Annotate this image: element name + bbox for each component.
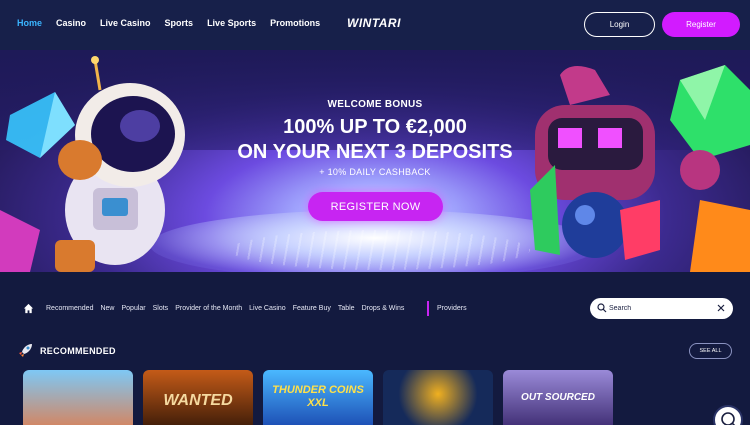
bonus-headline-line1: 100% UP TO €2,000: [283, 116, 467, 138]
rocket-icon: [19, 344, 32, 357]
tab-slots[interactable]: Slots: [153, 305, 169, 312]
tab-live-casino[interactable]: Live Casino: [249, 305, 286, 312]
close-icon[interactable]: [716, 303, 726, 313]
main-nav: Home Casino Live Casino Sports Live Spor…: [17, 18, 320, 28]
casino-home-page: Home Casino Live Casino Sports Live Spor…: [0, 0, 750, 425]
tab-providers[interactable]: Providers: [437, 305, 467, 312]
tab-table[interactable]: Table: [338, 305, 355, 312]
recommended-heading: RECOMMENDED: [40, 346, 116, 356]
tab-popular[interactable]: Popular: [121, 305, 145, 312]
game-title: OUT SOURCED: [521, 392, 595, 403]
nav-home[interactable]: Home: [17, 18, 42, 28]
banner-light-streaks: [230, 230, 530, 270]
tab-drops-and-wins[interactable]: Drops & Wins: [362, 305, 405, 312]
tab-provider-of-the-month[interactable]: Provider of the Month: [175, 305, 242, 312]
search-icon: [597, 303, 607, 313]
game-tile[interactable]: WANTED: [143, 370, 253, 425]
chat-button[interactable]: [713, 405, 743, 425]
login-button[interactable]: Login: [584, 12, 655, 37]
game-tile[interactable]: OUT SOURCED: [503, 370, 613, 425]
bonus-headline-line2: ON YOUR NEXT 3 DEPOSITS: [237, 141, 513, 163]
game-tile[interactable]: THUNDER COINS XXL: [263, 370, 373, 425]
tab-new[interactable]: New: [100, 305, 114, 312]
nav-sports[interactable]: Sports: [165, 18, 194, 28]
tab-recommended[interactable]: Recommended: [46, 305, 93, 312]
nav-live-sports[interactable]: Live Sports: [207, 18, 256, 28]
search-input[interactable]: [609, 301, 709, 316]
site-logo[interactable]: WINTARI: [347, 16, 401, 30]
home-icon[interactable]: [23, 303, 34, 314]
game-title: THUNDER COINS XXL: [272, 384, 364, 409]
game-tile[interactable]: [383, 370, 493, 425]
top-header: Home Casino Live Casino Sports Live Spor…: [0, 0, 750, 50]
game-title: WANTED: [163, 392, 233, 409]
see-all-button[interactable]: SEE ALL: [689, 343, 732, 359]
cashback-text: + 10% DAILY CASHBACK: [319, 167, 431, 177]
welcome-bonus-label: WELCOME BONUS: [327, 99, 423, 110]
promo-banner: WELCOME BONUS 100% UP TO €2,000 ON YOUR …: [0, 50, 750, 272]
register-button[interactable]: Register: [662, 12, 740, 37]
register-now-button[interactable]: REGISTER NOW: [308, 192, 443, 221]
nav-live-casino[interactable]: Live Casino: [100, 18, 151, 28]
nav-casino[interactable]: Casino: [56, 18, 86, 28]
category-tabs: Recommended New Popular Slots Provider o…: [46, 305, 404, 312]
tab-feature-buy[interactable]: Feature Buy: [293, 305, 331, 312]
chat-icon: [721, 412, 736, 425]
search-box: [590, 298, 733, 319]
game-tile[interactable]: [23, 370, 133, 425]
category-divider: [427, 301, 429, 316]
nav-promotions[interactable]: Promotions: [270, 18, 320, 28]
